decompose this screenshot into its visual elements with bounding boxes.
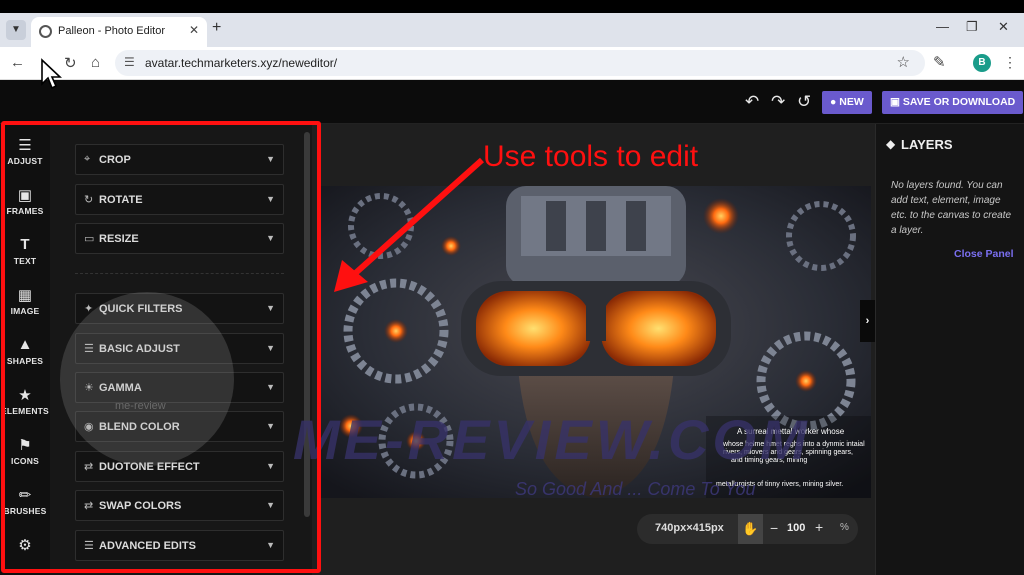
no-layers-message: No layers found. You can add text, eleme… (891, 180, 1012, 236)
new-button-label: NEW (839, 96, 864, 108)
globe-icon (39, 25, 52, 38)
site-info-icon[interactable]: ☰ (124, 55, 135, 69)
restore-icon[interactable]: ❐ (966, 19, 978, 35)
mouse-cursor-icon (41, 58, 62, 90)
watermark-slogan: So Good And ... Come To You (515, 479, 756, 499)
tab-title: Palleon - Photo Editor (58, 25, 166, 37)
layers-panel: ◆ LAYERS No layers found. You can add te… (875, 124, 1024, 575)
menu-kebab-icon[interactable]: ⋮ (1003, 54, 1017, 71)
annotation-text: Use tools to edit (483, 140, 699, 173)
close-panel-link[interactable]: Close Panel (954, 248, 1014, 260)
browser-toolbar: ← ↻ ⌂ ☰ avatar.techmarketers.xyz/newedit… (0, 47, 1024, 80)
save-download-button[interactable]: ▣ SAVE OR DOWNLOAD (882, 91, 1024, 114)
bookmark-star-icon[interactable]: ☆ (897, 53, 910, 71)
zoom-value[interactable]: 100 (787, 522, 805, 534)
extensions-icon[interactable]: ✎ (933, 53, 946, 71)
panel-toggle-chevron-icon[interactable]: › (860, 300, 875, 342)
window-close-icon[interactable]: ✕ (998, 19, 1009, 35)
address-bar[interactable]: ☰ avatar.techmarketers.xyz/neweditor/ ☆ (115, 50, 925, 76)
browser-tabstrip: ▼ Palleon - Photo Editor ✕ + — ❐ ✕ (0, 13, 1024, 47)
history-icon[interactable]: ↺ (797, 92, 811, 112)
close-icon[interactable]: ✕ (189, 23, 199, 37)
profile-avatar[interactable]: B (973, 54, 991, 72)
home-icon[interactable]: ⌂ (91, 54, 100, 71)
reload-icon[interactable]: ↻ (64, 54, 77, 72)
highlight-outline (1, 121, 321, 573)
layers-icon: ◆ (886, 137, 896, 151)
zoom-in-button[interactable]: + (815, 519, 823, 535)
undo-icon[interactable]: ↶ (745, 92, 759, 112)
tab-search-button[interactable]: ▼ (6, 20, 26, 40)
zoom-out-button[interactable]: − (770, 520, 778, 536)
new-button[interactable]: ● NEW (822, 91, 872, 114)
hand-tool-icon[interactable]: ✋ (738, 514, 763, 544)
layers-title: LAYERS (901, 137, 953, 152)
new-tab-button[interactable]: + (212, 19, 221, 37)
canvas-size: 740px×415px (655, 522, 724, 534)
annotation-arrow (334, 157, 484, 292)
save-button-label: SAVE OR DOWNLOAD (902, 96, 1016, 108)
redo-icon[interactable]: ↷ (771, 92, 785, 112)
browser-tab[interactable]: Palleon - Photo Editor ✕ (31, 17, 207, 47)
zoom-percent[interactable]: % (840, 522, 849, 533)
app-header: ↶ ↷ ↺ ● NEW ▣ SAVE OR DOWNLOAD (0, 80, 1024, 124)
url-text: avatar.techmarketers.xyz/neweditor/ (145, 56, 338, 70)
minimize-icon[interactable]: — (936, 19, 949, 34)
zoom-bar: 740px×415px ✋ − 100 + % (637, 514, 858, 544)
back-icon[interactable]: ← (10, 54, 25, 71)
watermark-text: ME-REVIEW.COM (293, 408, 811, 471)
